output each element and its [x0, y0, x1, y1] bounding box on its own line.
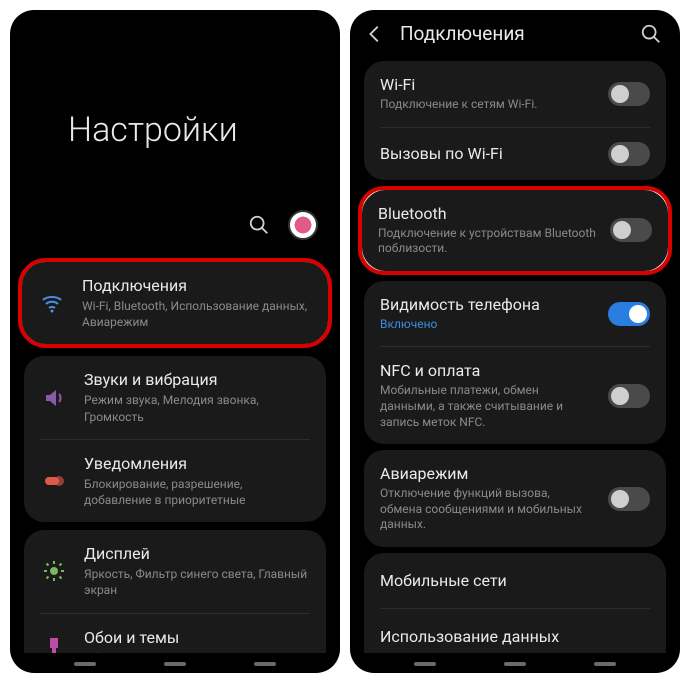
profile-avatar[interactable] — [288, 210, 318, 240]
nav-bar — [350, 653, 680, 673]
item-subtitle: Подключение к сетям Wi-Fi. — [380, 97, 594, 113]
settings-item[interactable]: Звуки и вибрация Режим звука, Мелодия зво… — [24, 356, 326, 438]
connection-item[interactable]: Видимость телефона Включено — [364, 281, 666, 347]
item-title: Видимость телефона — [380, 295, 594, 314]
brush-icon — [40, 635, 68, 653]
settings-screen: Настройки Подключения Wi-Fi, Bluetooth, И… — [10, 10, 340, 673]
toggle-switch[interactable] — [608, 142, 650, 166]
connection-item[interactable]: Авиарежим Отключение функций вызова, обме… — [364, 450, 666, 547]
item-title: Wi-Fi — [380, 75, 594, 94]
settings-item[interactable]: Уведомления Блокирование, разрешение, доб… — [24, 440, 326, 522]
connection-item[interactable]: Bluetooth Подключение к устройствам Bluet… — [362, 190, 668, 271]
search-icon[interactable] — [640, 23, 662, 45]
item-title: NFC и оплата — [380, 361, 594, 380]
toggle-switch[interactable] — [608, 82, 650, 106]
item-title: Авиарежим — [380, 464, 594, 483]
page-title: Настройки — [10, 10, 340, 150]
item-subtitle: Мобильные платежи, обмен данными, а такж… — [380, 383, 594, 430]
item-subtitle: Отключение функций вызова, обмена сообще… — [380, 486, 594, 533]
item-title: Звуки и вибрация — [84, 370, 310, 389]
connections-screen: Подключения Wi-Fi Подключение к сетям Wi-… — [350, 10, 680, 673]
item-subtitle: Режим звука, Мелодия звонка, Громкость — [84, 392, 310, 424]
settings-item[interactable]: Обои и темыОбои, темы, значки — [24, 614, 326, 654]
item-subtitle: Wi-Fi, Bluetooth, Использование данных, … — [82, 298, 312, 330]
connection-item[interactable]: Использование данных — [364, 609, 666, 653]
item-title: Вызовы по Wi-Fi — [380, 144, 594, 163]
item-title: Bluetooth — [378, 204, 596, 223]
toggle-switch[interactable] — [610, 218, 652, 242]
sound-icon — [40, 386, 68, 410]
item-title: Уведомления — [84, 454, 310, 473]
screen-title: Подключения — [400, 22, 626, 45]
connection-item[interactable]: Wi-Fi Подключение к сетям Wi-Fi. — [364, 61, 666, 127]
settings-item[interactable]: Дисплей Яркость, Фильтр синего света, Гла… — [24, 530, 326, 612]
item-title: Дисплей — [84, 544, 310, 563]
back-icon[interactable] — [364, 23, 386, 45]
toggle-switch[interactable] — [608, 487, 650, 511]
item-subtitle: Блокирование, разрешение, добавление в п… — [84, 476, 310, 508]
wifi-icon — [38, 291, 66, 315]
item-title: Обои и темы — [84, 628, 310, 647]
item-subtitle: Яркость, Фильтр синего света, Главный эк… — [84, 566, 310, 598]
item-subtitle: Включено — [380, 317, 594, 333]
connection-item[interactable]: Вызовы по Wi-Fi — [364, 128, 666, 180]
nav-bar — [10, 653, 340, 673]
toggle-switch[interactable] — [608, 302, 650, 326]
notif-icon — [40, 469, 68, 493]
toggle-switch[interactable] — [608, 384, 650, 408]
item-title: Подключения — [82, 276, 312, 295]
item-subtitle: Подключение к устройствам Bluetooth побл… — [378, 226, 596, 257]
settings-item-connections[interactable]: Подключения Wi-Fi, Bluetooth, Использован… — [22, 262, 328, 344]
connection-item[interactable]: Мобильные сети — [364, 553, 666, 608]
connection-item[interactable]: NFC и оплата Мобильные платежи, обмен дан… — [364, 347, 666, 444]
search-icon[interactable] — [248, 214, 270, 236]
display-icon — [40, 559, 68, 583]
